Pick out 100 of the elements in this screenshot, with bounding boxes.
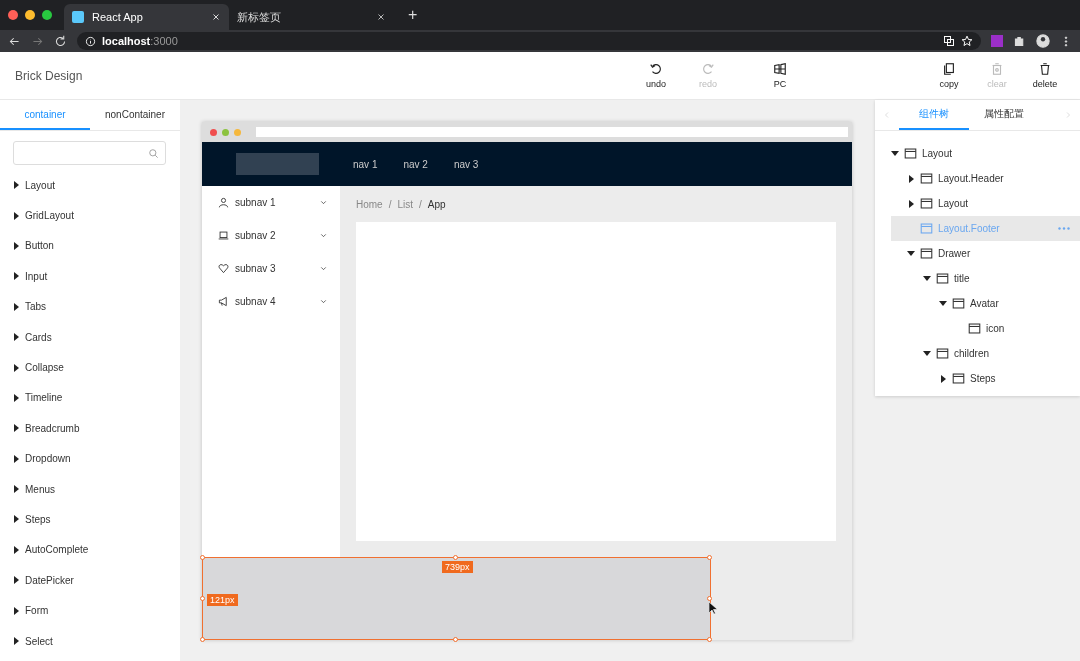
resize-handle[interactable] (707, 637, 712, 642)
panel-tab[interactable]: nonContainer (90, 100, 180, 130)
search-icon (148, 147, 159, 159)
component-item[interactable]: Dropdown (0, 443, 180, 474)
component-item[interactable]: Input (0, 261, 180, 292)
chevron-down-icon (319, 297, 328, 306)
tree-node[interactable]: title (891, 266, 1080, 291)
nav-item[interactable]: nav 3 (453, 158, 479, 170)
component-item[interactable]: Layout (0, 170, 180, 201)
chevron-down-icon (319, 198, 328, 207)
height-label: 121px (207, 594, 238, 606)
resize-handle[interactable] (200, 596, 205, 601)
address-field[interactable]: localhost:3000 (77, 32, 981, 50)
component-item[interactable]: Steps (0, 504, 180, 535)
pc-button[interactable]: PC (763, 60, 797, 91)
width-label: 739px (442, 561, 473, 573)
breadcrumb-link[interactable]: App (427, 198, 446, 210)
nav-item[interactable]: nav 1 (353, 158, 378, 170)
resize-handle[interactable] (200, 555, 205, 560)
copy-icon (942, 62, 956, 76)
submenu-item[interactable]: subnav 2 (202, 219, 340, 252)
resize-handle[interactable] (453, 637, 458, 642)
expand-toggle-icon[interactable] (908, 174, 914, 183)
atom-icon (72, 11, 84, 23)
tree-node[interactable]: Steps (891, 366, 1080, 391)
frame-icon (936, 347, 949, 360)
resize-handle[interactable] (200, 637, 205, 642)
component-item[interactable]: Cards (0, 321, 180, 353)
info-icon (85, 35, 96, 47)
translate-icon (943, 35, 955, 47)
submenu-item[interactable]: subnav 4 (202, 285, 340, 318)
frame-icon (952, 372, 965, 385)
app-title: Brick Design (14, 68, 84, 83)
expand-toggle-icon[interactable] (939, 301, 947, 306)
search-field[interactable] (13, 141, 166, 165)
laptop-icon (218, 230, 229, 241)
submenu-item[interactable]: subnav 1 (202, 186, 340, 219)
frame-icon (920, 172, 933, 185)
user-icon (218, 197, 229, 208)
browser-tab[interactable]: React App (64, 4, 229, 30)
undo-button[interactable]: undo (639, 60, 673, 91)
component-item[interactable]: AutoComplete (0, 534, 180, 566)
delete-icon (1038, 62, 1052, 76)
component-item[interactable]: Tabs (0, 291, 180, 322)
frame-icon (920, 222, 933, 235)
frame-icon (904, 147, 917, 160)
frame-icon (952, 297, 965, 310)
panel-tab[interactable]: 属性配置 (969, 100, 1039, 130)
component-item[interactable]: Collapse (0, 352, 180, 383)
component-item[interactable]: Button (0, 230, 180, 262)
chevron-down-icon (319, 264, 328, 273)
sound-icon (218, 296, 229, 307)
component-item[interactable]: DatePicker (0, 565, 180, 596)
breadcrumb-separator: / (419, 198, 422, 210)
tree-node[interactable]: children (891, 341, 1080, 366)
reload-icon (54, 34, 67, 48)
component-item[interactable]: GridLayout (0, 200, 180, 231)
close-icon (211, 12, 221, 22)
expand-toggle-icon[interactable] (923, 351, 931, 356)
expand-toggle-icon[interactable] (908, 199, 914, 208)
expand-toggle-icon[interactable] (940, 374, 946, 383)
maximize-window-icon[interactable] (42, 10, 52, 20)
breadcrumb-separator: / (388, 198, 392, 210)
close-icon (376, 12, 386, 22)
component-item[interactable]: Select (0, 625, 180, 657)
profile-icon (1036, 34, 1050, 48)
expand-toggle-icon[interactable] (923, 276, 931, 281)
frame-icon (920, 197, 933, 210)
dot-icon (222, 128, 229, 136)
copy-button[interactable]: copy (932, 60, 966, 91)
dot-icon (234, 128, 241, 136)
minimize-window-icon[interactable] (25, 10, 35, 20)
delete-button[interactable]: delete (1028, 60, 1062, 91)
tree-node[interactable]: Layout (891, 191, 1080, 216)
tree-node[interactable]: Layout (891, 141, 1080, 166)
new-tab-button[interactable]: + (404, 6, 422, 24)
submenu-item[interactable]: subnav 3 (202, 252, 340, 285)
star-icon (961, 35, 973, 47)
browser-tab[interactable]: 新标签页 (229, 4, 394, 30)
tree-node[interactable]: Layout.Header (891, 166, 1080, 191)
tree-node[interactable]: icon (891, 316, 1080, 341)
tree-node[interactable]: Drawer (891, 241, 1080, 266)
frame-icon (936, 272, 949, 285)
close-window-icon[interactable] (8, 10, 18, 20)
resize-handle[interactable] (707, 596, 712, 601)
chevron-down-icon (319, 231, 328, 240)
undo-icon (649, 62, 663, 76)
component-item[interactable]: Timeline (0, 382, 180, 414)
pc-icon (773, 62, 787, 76)
resize-handle[interactable] (707, 555, 712, 560)
component-item[interactable]: Menus (0, 473, 180, 505)
heart-icon (218, 263, 229, 274)
redo-icon (701, 62, 715, 76)
resize-handle[interactable] (453, 555, 458, 560)
tree-node[interactable]: Avatar (891, 291, 1080, 316)
component-item[interactable]: Form (0, 595, 180, 626)
expand-toggle-icon[interactable] (907, 251, 915, 256)
nav-item[interactable]: nav 2 (403, 158, 428, 170)
expand-toggle-icon[interactable] (891, 151, 899, 156)
component-item[interactable]: Breadcrumb (0, 413, 180, 444)
